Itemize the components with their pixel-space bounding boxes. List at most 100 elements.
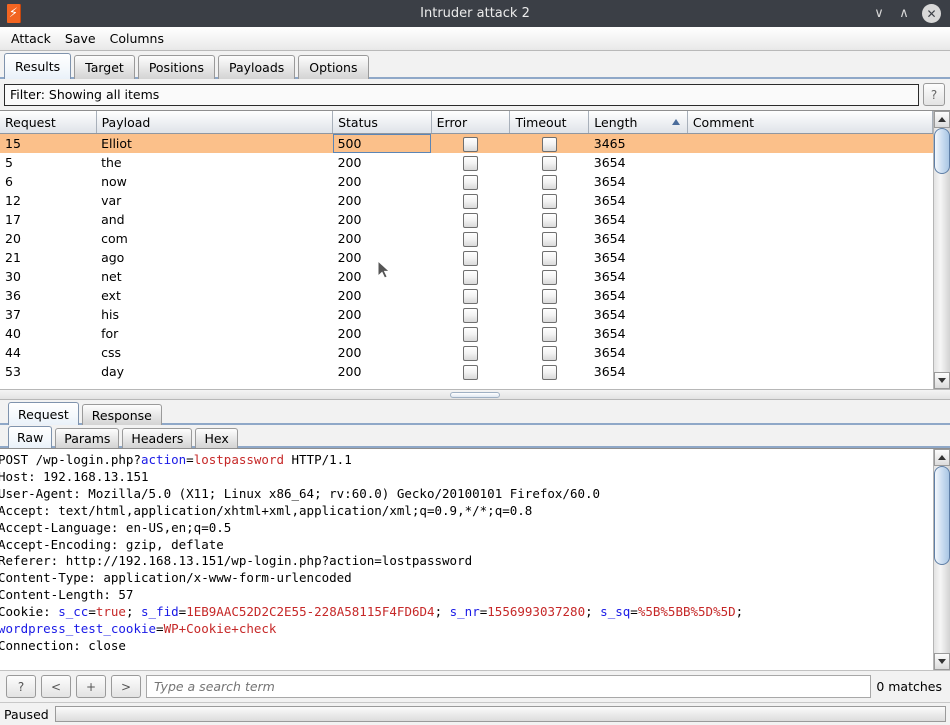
tab-target[interactable]: Target	[74, 55, 135, 79]
cell-timeout[interactable]	[510, 210, 589, 229]
cell-length[interactable]: 3654	[589, 153, 688, 172]
cell-status[interactable]: 200	[333, 248, 432, 267]
column-header-timeout[interactable]: Timeout	[509, 111, 590, 134]
menu-item-attack[interactable]: Attack	[4, 29, 58, 48]
column-header-comment[interactable]: Comment	[687, 111, 933, 134]
cell-status[interactable]: 200	[333, 343, 432, 362]
cell-payload[interactable]: for	[96, 324, 333, 343]
cell-status[interactable]: 200	[333, 153, 432, 172]
cell-request[interactable]: 5	[0, 153, 96, 172]
cell-length[interactable]: 3654	[589, 248, 688, 267]
table-row[interactable]: 40 for 200 3654	[0, 324, 933, 343]
cell-error[interactable]	[431, 133, 510, 153]
cell-request[interactable]: 40	[0, 324, 96, 343]
search-input-wrapper[interactable]	[146, 675, 872, 698]
splitter-grip[interactable]	[450, 392, 500, 398]
results-vertical-scrollbar[interactable]	[933, 111, 950, 389]
cell-payload[interactable]: day	[96, 362, 333, 381]
timeout-checkbox[interactable]	[541, 193, 557, 209]
timeout-checkbox[interactable]	[541, 288, 557, 304]
search-help-button[interactable]: ?	[6, 675, 36, 698]
table-row[interactable]: 36 ext 200 3654	[0, 286, 933, 305]
error-checkbox[interactable]	[463, 269, 479, 285]
tab-request[interactable]: Request	[8, 402, 79, 425]
cell-comment[interactable]	[687, 248, 932, 267]
error-checkbox[interactable]	[463, 307, 479, 323]
cell-payload[interactable]: ext	[96, 286, 333, 305]
error-checkbox[interactable]	[463, 155, 479, 171]
cell-comment[interactable]	[687, 191, 932, 210]
cell-request[interactable]: 53	[0, 362, 96, 381]
cell-request[interactable]: 17	[0, 210, 96, 229]
cell-request[interactable]: 37	[0, 305, 96, 324]
cell-request[interactable]: 30	[0, 267, 96, 286]
cell-length[interactable]: 3654	[589, 191, 688, 210]
search-previous-button[interactable]: <	[41, 675, 71, 698]
cell-length[interactable]: 3654	[589, 343, 688, 362]
filter-bar[interactable]: Filter: Showing all items	[4, 83, 919, 106]
cell-payload[interactable]: Elliot	[96, 133, 333, 153]
cell-payload[interactable]: var	[96, 191, 333, 210]
tab-options[interactable]: Options	[298, 55, 369, 79]
cell-comment[interactable]	[687, 229, 932, 248]
cell-timeout[interactable]	[510, 343, 589, 362]
cell-request[interactable]: 44	[0, 343, 96, 362]
cell-error[interactable]	[431, 343, 510, 362]
timeout-checkbox[interactable]	[541, 269, 557, 285]
cell-error[interactable]	[431, 229, 510, 248]
tab-raw[interactable]: Raw	[8, 426, 53, 448]
error-checkbox[interactable]	[463, 136, 479, 152]
search-add-button[interactable]: +	[76, 675, 106, 698]
cell-payload[interactable]: the	[96, 153, 333, 172]
cell-status[interactable]: 200	[333, 362, 432, 381]
menu-item-columns[interactable]: Columns	[103, 29, 171, 48]
request-scroll-thumb[interactable]	[934, 466, 950, 565]
cell-status[interactable]: 200	[333, 324, 432, 343]
cell-comment[interactable]	[687, 343, 932, 362]
cell-status[interactable]: 200	[333, 286, 432, 305]
cell-payload[interactable]: net	[96, 267, 333, 286]
cell-timeout[interactable]	[509, 133, 589, 153]
cell-timeout[interactable]	[510, 172, 589, 191]
table-row[interactable]: 44 css 200 3654	[0, 343, 933, 362]
error-checkbox[interactable]	[463, 364, 479, 380]
table-row[interactable]: 21 ago 200 3654	[0, 248, 933, 267]
cell-length[interactable]: 3654	[589, 324, 688, 343]
cell-length[interactable]: 3654	[589, 229, 688, 248]
cell-comment[interactable]	[687, 324, 932, 343]
tab-results[interactable]: Results	[4, 53, 72, 79]
timeout-checkbox[interactable]	[541, 250, 557, 266]
error-checkbox[interactable]	[463, 212, 479, 228]
cell-comment[interactable]	[687, 172, 932, 191]
error-checkbox[interactable]	[463, 174, 479, 190]
cell-timeout[interactable]	[510, 267, 589, 286]
cell-payload[interactable]: now	[96, 172, 333, 191]
cell-length[interactable]: 3465	[588, 133, 688, 153]
cell-request[interactable]: 15	[0, 133, 97, 153]
cell-timeout[interactable]	[510, 305, 589, 324]
cell-status[interactable]: 500	[332, 133, 432, 153]
cell-error[interactable]	[431, 210, 510, 229]
cell-status[interactable]: 200	[333, 267, 432, 286]
cell-error[interactable]	[431, 191, 510, 210]
table-row[interactable]: 15 Elliot 500 3465	[0, 133, 933, 153]
table-row[interactable]: 53 day 200 3654	[0, 362, 933, 381]
horizontal-splitter[interactable]	[0, 389, 950, 400]
cell-length[interactable]: 3654	[589, 210, 688, 229]
cell-comment[interactable]	[687, 305, 932, 324]
timeout-checkbox[interactable]	[541, 136, 557, 152]
error-checkbox[interactable]	[463, 193, 479, 209]
request-scroll-up-arrow-icon[interactable]	[934, 449, 950, 466]
cell-request[interactable]: 20	[0, 229, 96, 248]
table-row[interactable]: 17 and 200 3654	[0, 210, 933, 229]
table-row[interactable]: 30 net 200 3654	[0, 267, 933, 286]
cell-comment[interactable]	[687, 153, 932, 172]
cell-payload[interactable]: his	[96, 305, 333, 324]
cell-timeout[interactable]	[510, 324, 589, 343]
cell-request[interactable]: 6	[0, 172, 96, 191]
cell-status[interactable]: 200	[333, 191, 432, 210]
timeout-checkbox[interactable]	[541, 307, 557, 323]
cell-comment[interactable]	[687, 267, 932, 286]
error-checkbox[interactable]	[463, 326, 479, 342]
cell-error[interactable]	[431, 305, 510, 324]
